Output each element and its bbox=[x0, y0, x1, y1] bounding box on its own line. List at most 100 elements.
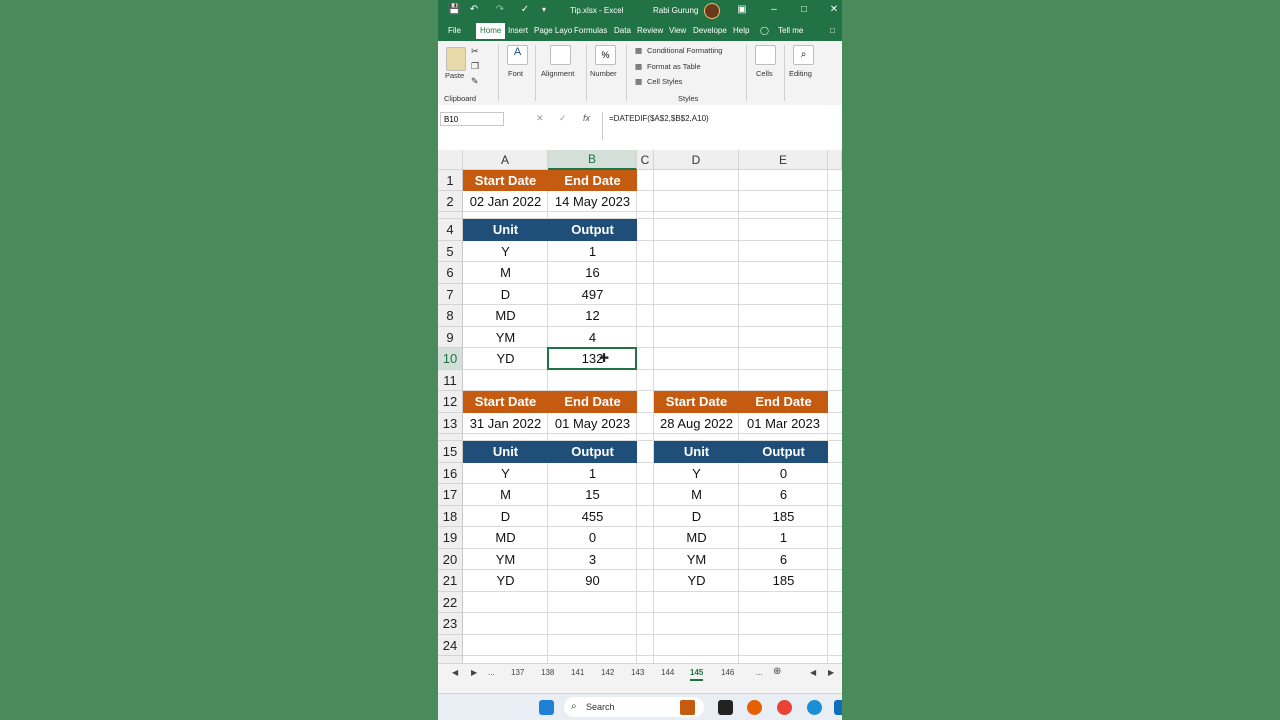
column-header-a[interactable]: A bbox=[463, 150, 548, 170]
unit-header[interactable]: Unit bbox=[463, 441, 548, 463]
start-date-header[interactable]: Start Date bbox=[654, 391, 739, 413]
tab-help[interactable]: Help bbox=[733, 26, 749, 35]
comments-icon[interactable]: □ bbox=[830, 26, 835, 35]
alignment-icon[interactable] bbox=[550, 45, 571, 65]
sheet-tab[interactable]: 144 bbox=[661, 668, 674, 677]
output-cell[interactable]: 15 bbox=[548, 484, 637, 506]
tab-page-layout[interactable]: Page Layo bbox=[534, 26, 572, 35]
tab-developer[interactable]: Develope bbox=[693, 26, 727, 35]
cell-styles-button[interactable]: Cell Styles bbox=[647, 77, 682, 86]
number-button[interactable]: Number bbox=[590, 69, 617, 78]
number-format-icon[interactable]: % bbox=[595, 45, 616, 65]
output-cell[interactable]: 0 bbox=[739, 463, 828, 484]
unit-cell[interactable]: D bbox=[463, 506, 548, 527]
tab-formulas[interactable]: Formulas bbox=[574, 26, 607, 35]
prev-sheet-icon[interactable]: ◀ bbox=[452, 668, 458, 677]
row-header[interactable]: 18 bbox=[438, 506, 463, 527]
redo-icon[interactable]: ↷ bbox=[494, 4, 506, 16]
end-date-header[interactable]: End Date bbox=[548, 391, 637, 413]
output-cell[interactable]: 1 bbox=[548, 463, 637, 484]
tab-review[interactable]: Review bbox=[637, 26, 663, 35]
unit-cell[interactable]: D bbox=[654, 506, 739, 527]
tab-view[interactable]: View bbox=[669, 26, 686, 35]
start-date-cell[interactable]: 28 Aug 2022 bbox=[654, 413, 739, 434]
output-header[interactable]: Output bbox=[548, 219, 637, 241]
spelling-icon[interactable]: ✓ bbox=[519, 4, 531, 16]
ribbon-display-icon[interactable]: ▣ bbox=[736, 4, 748, 16]
scroll-right-icon[interactable]: ▶ bbox=[828, 668, 834, 677]
undo-icon[interactable]: ↶ bbox=[468, 4, 480, 16]
editing-button[interactable]: Editing bbox=[789, 69, 812, 78]
row-header[interactable]: 23 bbox=[438, 613, 463, 635]
select-all-corner[interactable] bbox=[438, 150, 463, 170]
row-header[interactable]: 9 bbox=[438, 327, 463, 348]
column-header-c[interactable]: C bbox=[637, 150, 654, 170]
output-cell[interactable]: 455 bbox=[548, 506, 637, 527]
tab-home[interactable]: Home bbox=[476, 23, 506, 39]
start-date-cell[interactable]: 31 Jan 2022 bbox=[463, 413, 548, 434]
output-cell[interactable]: 0 bbox=[548, 527, 637, 549]
sheet-tab[interactable]: 141 bbox=[571, 668, 584, 677]
sheet-tab-more-right[interactable]: ... bbox=[756, 668, 763, 677]
cut-icon[interactable]: ✂ bbox=[471, 46, 479, 57]
tab-data[interactable]: Data bbox=[614, 26, 631, 35]
unit-cell[interactable]: Y bbox=[463, 463, 548, 484]
search-icon[interactable]: ⌕ bbox=[793, 45, 814, 65]
row-header[interactable]: 12 bbox=[438, 391, 463, 413]
unit-cell[interactable]: YM bbox=[654, 549, 739, 570]
widget-icon[interactable] bbox=[680, 700, 695, 715]
formula-input[interactable]: =DATEDIF($A$2,$B$2,A10) bbox=[602, 112, 842, 140]
sheet-tab-more-left[interactable]: ... bbox=[488, 668, 495, 677]
paste-icon[interactable] bbox=[446, 47, 466, 71]
save-icon[interactable]: 💾 bbox=[448, 4, 460, 16]
add-sheet-icon[interactable]: ⊕ bbox=[773, 666, 781, 677]
row-header[interactable]: 11 bbox=[438, 370, 463, 391]
firefox-icon[interactable] bbox=[747, 700, 762, 715]
row-header[interactable]: 4 bbox=[438, 219, 463, 241]
end-date-header[interactable]: End Date bbox=[739, 391, 828, 413]
output-cell[interactable]: 185 bbox=[739, 506, 828, 527]
row-header[interactable]: 5 bbox=[438, 241, 463, 262]
output-cell[interactable]: 12 bbox=[548, 305, 637, 327]
output-header[interactable]: Output bbox=[548, 441, 637, 463]
conditional-formatting-button[interactable]: Conditional Formatting bbox=[647, 46, 722, 55]
cancel-icon[interactable]: ✕ bbox=[536, 113, 544, 124]
output-cell[interactable]: 497 bbox=[548, 284, 637, 305]
cells-icon[interactable] bbox=[755, 45, 776, 65]
row-header[interactable]: 16 bbox=[438, 463, 463, 484]
row-header[interactable] bbox=[438, 212, 463, 219]
app-icon[interactable] bbox=[834, 700, 842, 715]
chrome-icon[interactable] bbox=[777, 700, 792, 715]
row-header[interactable] bbox=[438, 434, 463, 441]
unit-cell[interactable]: M bbox=[654, 484, 739, 506]
row-header[interactable]: 10 bbox=[438, 348, 463, 370]
start-date-header[interactable]: Start Date bbox=[463, 391, 548, 413]
row-header[interactable]: 2 bbox=[438, 191, 463, 212]
unit-cell[interactable]: YM bbox=[463, 549, 548, 570]
end-date-cell[interactable]: 01 Mar 2023 bbox=[739, 413, 828, 434]
row-header[interactable]: 20 bbox=[438, 549, 463, 570]
customize-toolbar-icon[interactable]: ▾ bbox=[538, 4, 550, 16]
unit-cell[interactable]: Y bbox=[654, 463, 739, 484]
file-explorer-icon[interactable] bbox=[718, 700, 733, 715]
end-date-header[interactable]: End Date bbox=[548, 170, 637, 191]
output-header[interactable]: Output bbox=[739, 441, 828, 463]
row-header[interactable]: 15 bbox=[438, 441, 463, 463]
windows-start-icon[interactable] bbox=[539, 700, 554, 715]
row-header[interactable]: 19 bbox=[438, 527, 463, 549]
output-cell[interactable]: 6 bbox=[739, 484, 828, 506]
sheet-tab[interactable]: 138 bbox=[541, 668, 554, 677]
output-cell[interactable]: 4 bbox=[548, 327, 637, 348]
output-cell[interactable]: 1 bbox=[739, 527, 828, 549]
row-header[interactable]: 6 bbox=[438, 262, 463, 284]
font-button[interactable]: Font bbox=[508, 69, 523, 78]
format-as-table-button[interactable]: Format as Table bbox=[647, 62, 701, 71]
format-painter-icon[interactable]: ✎ bbox=[471, 76, 479, 87]
unit-cell[interactable]: YM bbox=[463, 327, 548, 348]
column-header-d[interactable]: D bbox=[654, 150, 739, 170]
sheet-tab-active[interactable]: 145 bbox=[690, 668, 704, 681]
edge-icon[interactable] bbox=[807, 700, 822, 715]
unit-cell[interactable]: MD bbox=[654, 527, 739, 549]
minimize-icon[interactable]: – bbox=[768, 4, 780, 16]
output-cell[interactable]: 6 bbox=[739, 549, 828, 570]
